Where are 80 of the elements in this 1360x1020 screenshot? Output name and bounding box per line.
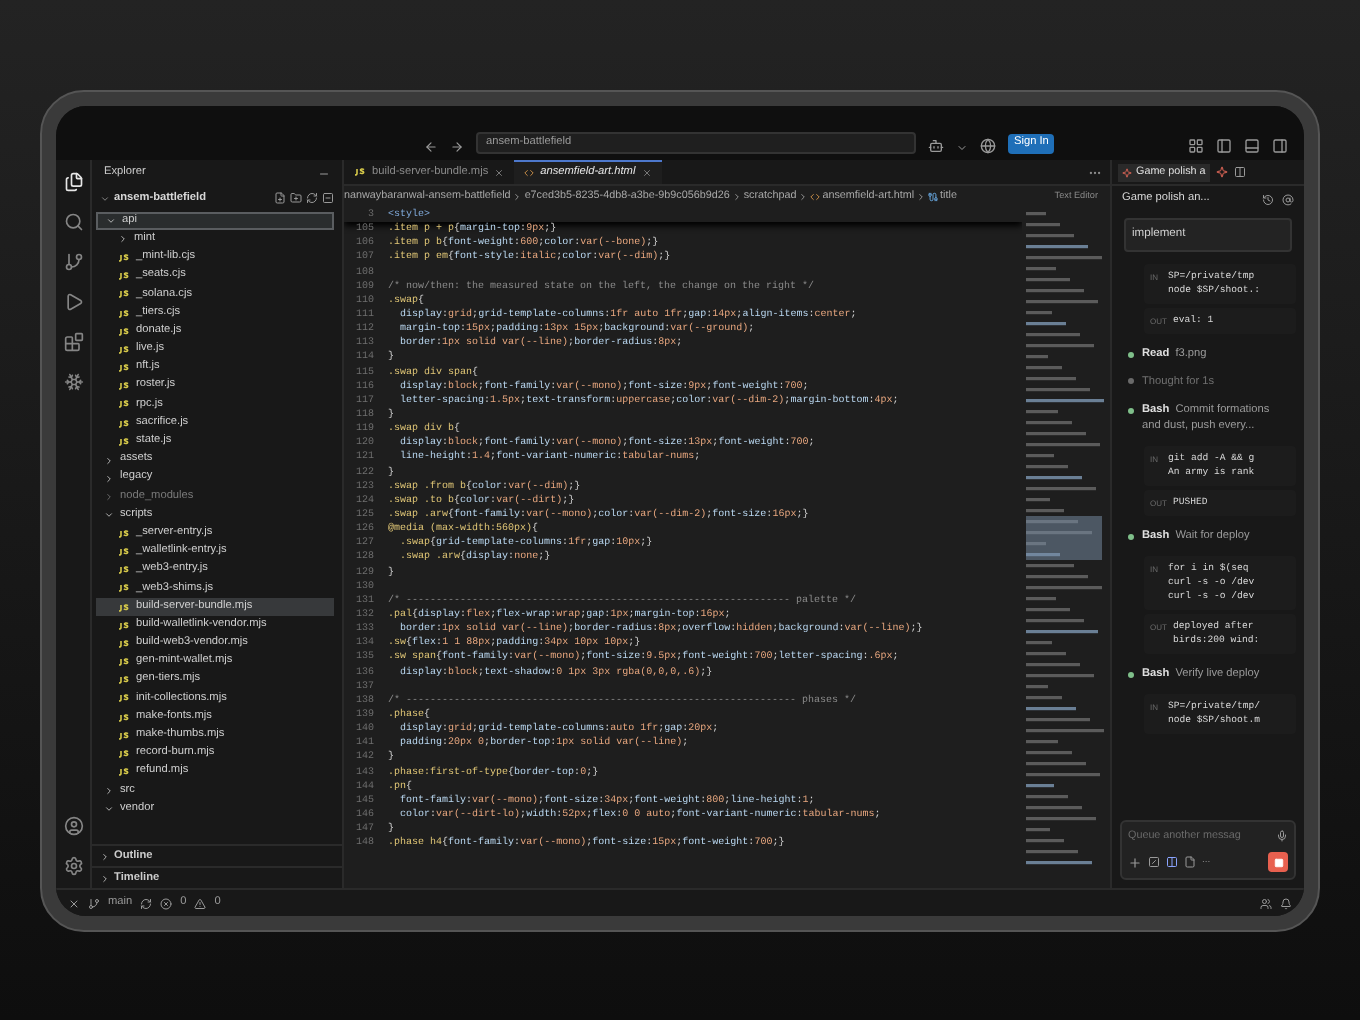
split-icon[interactable]	[1233, 166, 1246, 178]
file-type-icon	[118, 658, 130, 667]
panel-icon[interactable]	[1166, 856, 1178, 868]
file-type-icon	[118, 419, 130, 428]
run-icon[interactable]	[63, 292, 83, 312]
file-icon[interactable]	[1184, 856, 1196, 868]
sync-icon[interactable]	[140, 897, 153, 909]
plus-icon[interactable]	[1128, 855, 1142, 869]
stop-icon	[1273, 857, 1283, 867]
file-type-icon	[118, 253, 130, 262]
branch-icon[interactable]	[88, 897, 100, 909]
globe-icon[interactable]	[980, 138, 996, 154]
chevron-right-icon	[104, 785, 114, 796]
file-type-icon	[118, 768, 130, 777]
file-type-icon	[118, 750, 130, 759]
file-type-icon	[118, 676, 130, 685]
new-folder-icon[interactable]	[290, 192, 302, 204]
back-icon[interactable]	[424, 140, 438, 154]
chevron-right-icon	[512, 192, 523, 202]
file-type-icon	[354, 168, 366, 176]
chevron-down-icon[interactable]	[100, 193, 110, 203]
code-icon	[524, 168, 535, 178]
sparkle-icon[interactable]	[1215, 166, 1228, 178]
chevron-right-icon	[100, 873, 110, 883]
file-type-icon	[118, 290, 130, 299]
forward-icon[interactable]	[450, 140, 464, 154]
chevron-down-icon	[106, 216, 116, 227]
new-file-icon[interactable]	[274, 192, 286, 204]
file-type-icon	[118, 639, 130, 648]
file-type-icon	[118, 400, 130, 409]
mention-icon[interactable]	[1282, 193, 1294, 205]
file-type-icon	[118, 584, 130, 593]
refresh-icon[interactable]	[306, 192, 318, 204]
file-type-icon	[118, 364, 130, 373]
chevron-down-icon	[104, 510, 114, 521]
code-icon	[810, 192, 821, 202]
panel-left-icon[interactable]	[1216, 138, 1232, 154]
file-type-icon	[118, 272, 130, 281]
stop-button[interactable]	[1268, 852, 1288, 872]
symbol-icon	[928, 192, 939, 202]
mic-icon[interactable]	[1276, 829, 1288, 842]
file-type-icon	[118, 345, 130, 354]
settings-icon[interactable]	[63, 856, 83, 876]
layout-icon[interactable]	[1188, 138, 1204, 154]
panel-right-icon[interactable]	[1272, 138, 1288, 154]
chevron-right-icon	[916, 192, 927, 202]
history-icon[interactable]	[1262, 193, 1274, 205]
files-icon[interactable]	[63, 172, 83, 192]
slash-icon[interactable]	[1148, 856, 1160, 868]
file-type-icon	[118, 547, 130, 556]
file-type-icon	[118, 566, 130, 575]
file-type-icon	[118, 437, 130, 446]
file-type-icon	[118, 382, 130, 391]
error-icon[interactable]	[160, 897, 173, 909]
file-type-icon	[118, 327, 130, 336]
sparkle-icon	[1122, 167, 1132, 177]
search-icon[interactable]	[63, 212, 83, 232]
chevron-right-icon	[798, 192, 809, 202]
chevron-right-icon	[118, 234, 128, 245]
warning-icon[interactable]	[194, 897, 207, 909]
chevron-down-icon	[104, 804, 114, 815]
branch-icon[interactable]	[63, 252, 83, 272]
extensions-icon[interactable]	[63, 332, 83, 352]
chevron-right-icon	[731, 192, 742, 202]
file-type-icon	[118, 529, 130, 538]
file-type-icon	[118, 713, 130, 722]
accounts-icon[interactable]	[1260, 897, 1272, 909]
file-type-icon	[118, 621, 130, 630]
bell-icon[interactable]	[1280, 897, 1292, 909]
file-type-icon	[118, 731, 130, 740]
panel-bottom-icon[interactable]	[1244, 138, 1260, 154]
file-type-icon	[118, 603, 130, 612]
chevron-right-icon	[100, 851, 110, 861]
file-type-icon	[118, 309, 130, 318]
snowflake-icon[interactable]	[63, 372, 83, 392]
file-type-icon	[118, 694, 130, 703]
minimize-icon[interactable]	[318, 167, 330, 179]
account-icon[interactable]	[63, 816, 83, 836]
caret-icon[interactable]	[956, 142, 968, 154]
collapse-icon[interactable]	[322, 192, 334, 204]
